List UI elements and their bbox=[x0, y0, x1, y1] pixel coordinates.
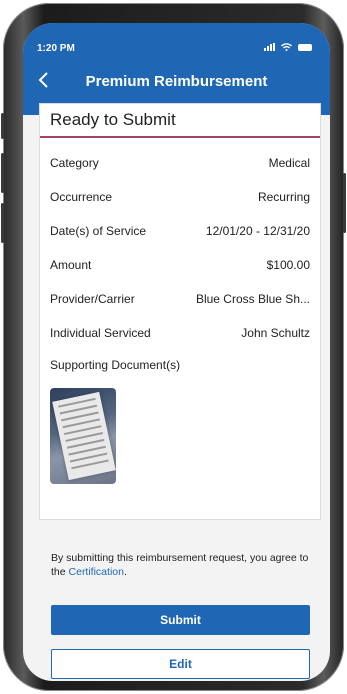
documents-label: Supporting Document(s) bbox=[50, 358, 181, 372]
row-dates-of-service: Date(s) of Service 12/01/20 - 12/31/20 bbox=[50, 224, 310, 238]
summary-card: Ready to Submit Category Medical Occurre… bbox=[39, 103, 321, 520]
row-amount: Amount $100.00 bbox=[50, 258, 310, 272]
row-label: Occurrence bbox=[50, 190, 113, 204]
row-label: Provider/Carrier bbox=[50, 292, 135, 306]
phone-volume-up bbox=[1, 153, 4, 193]
status-icons bbox=[264, 43, 312, 51]
row-value: John Schultz bbox=[241, 326, 310, 340]
row-value: Medical bbox=[268, 156, 310, 170]
wifi-icon bbox=[281, 43, 292, 51]
app-screen: 1:20 PM Premium Reimbursement Ready to S… bbox=[23, 23, 330, 681]
row-provider: Provider/Carrier Blue Cross Blue Sh... bbox=[50, 292, 310, 306]
battery-icon bbox=[298, 43, 312, 51]
row-category: Category Medical bbox=[50, 156, 310, 170]
row-label: Amount bbox=[50, 258, 92, 272]
row-individual-serviced: Individual Serviced John Schultz bbox=[50, 326, 310, 340]
card-title: Ready to Submit bbox=[50, 110, 176, 129]
signal-icon bbox=[264, 43, 275, 51]
agreement-suffix: . bbox=[123, 566, 127, 578]
row-label: Individual Serviced bbox=[50, 326, 151, 340]
phone-volume-down bbox=[1, 203, 4, 243]
phone-power-button bbox=[343, 173, 346, 233]
agreement-text: By submitting this reimbursement request… bbox=[51, 551, 311, 579]
app-header: 1:20 PM Premium Reimbursement bbox=[23, 23, 330, 115]
phone-frame: 1:20 PM Premium Reimbursement Ready to S… bbox=[1, 3, 346, 691]
phone-side-button bbox=[1, 113, 4, 139]
row-value: $100.00 bbox=[266, 258, 310, 272]
row-value: Recurring bbox=[257, 190, 310, 204]
card-divider bbox=[40, 136, 320, 138]
row-label: Category bbox=[50, 156, 99, 170]
receipt-image bbox=[52, 391, 116, 481]
row-label: Date(s) of Service bbox=[50, 224, 147, 238]
row-value: 12/01/20 - 12/31/20 bbox=[205, 224, 310, 238]
status-time: 1:20 PM bbox=[37, 43, 75, 54]
submit-button[interactable]: Submit bbox=[51, 605, 310, 635]
row-occurrence: Occurrence Recurring bbox=[50, 190, 310, 204]
certification-link[interactable]: Certification bbox=[69, 566, 124, 578]
status-bar: 1:20 PM bbox=[23, 41, 330, 57]
row-value: Blue Cross Blue Sh... bbox=[195, 292, 310, 306]
edit-button[interactable]: Edit bbox=[51, 649, 310, 679]
page-title: Premium Reimbursement bbox=[85, 73, 268, 90]
document-thumbnail[interactable] bbox=[50, 388, 116, 484]
